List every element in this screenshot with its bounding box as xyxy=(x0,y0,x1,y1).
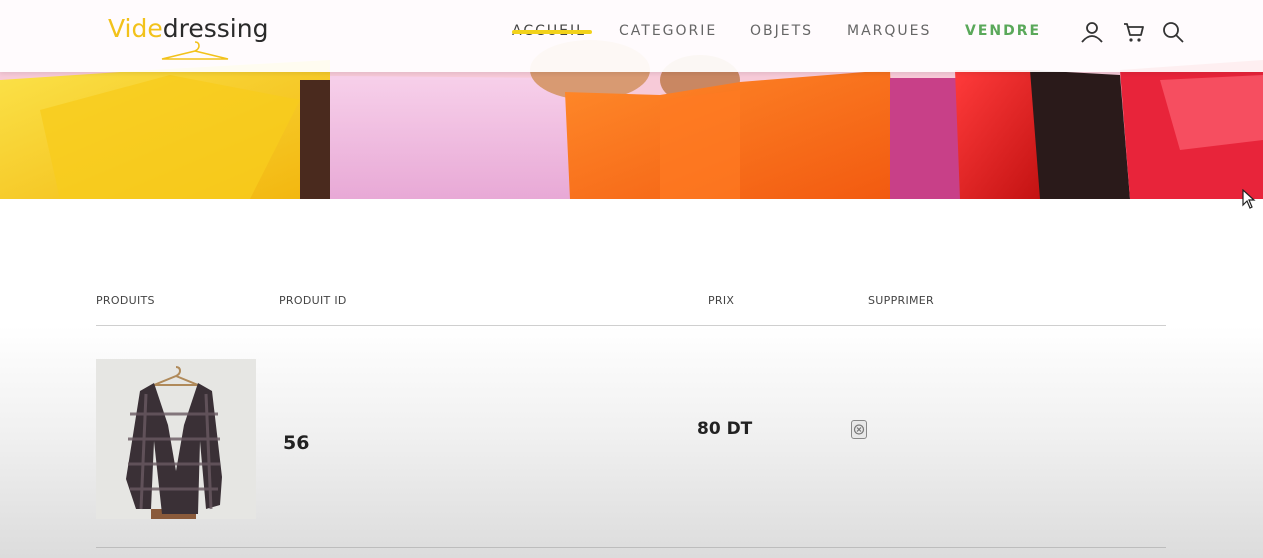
column-header-prix: PRIX xyxy=(708,294,735,307)
column-header-produits: PRODUITS xyxy=(96,294,155,307)
mouse-cursor-icon xyxy=(1242,189,1256,209)
nav-item-objets[interactable]: OBJETS xyxy=(750,23,813,39)
price-value: 80 DT xyxy=(697,419,753,439)
table-row-divider xyxy=(96,547,1166,548)
nav-item-categorie[interactable]: CATEGORIE xyxy=(619,23,717,39)
search-icon[interactable] xyxy=(1161,20,1185,44)
active-nav-underline xyxy=(512,30,592,34)
logo-text-part1: Vide xyxy=(108,14,163,43)
close-icon xyxy=(853,424,865,435)
product-image[interactable] xyxy=(96,359,256,519)
user-icon[interactable] xyxy=(1080,20,1104,44)
hanger-icon xyxy=(161,41,229,60)
nav-item-vendre[interactable]: VENDRE xyxy=(965,23,1041,39)
logo-text-part2: dressing xyxy=(162,14,269,43)
product-id-value: 56 xyxy=(283,432,310,454)
column-header-supprimer: SUPPRIMER xyxy=(868,294,934,307)
page: Videdressing ACCUEIL CATEGORIE OBJETS MA… xyxy=(0,0,1263,558)
nav-item-marques[interactable]: MARQUES xyxy=(847,23,931,39)
top-navbar: Videdressing ACCUEIL CATEGORIE OBJETS MA… xyxy=(0,0,1263,72)
cart-icon[interactable] xyxy=(1122,20,1146,44)
table-header-divider xyxy=(96,325,1166,326)
column-header-produit-id: PRODUIT ID xyxy=(279,294,347,307)
brand-logo[interactable]: Videdressing xyxy=(108,14,268,64)
delete-item-button[interactable] xyxy=(851,420,867,439)
